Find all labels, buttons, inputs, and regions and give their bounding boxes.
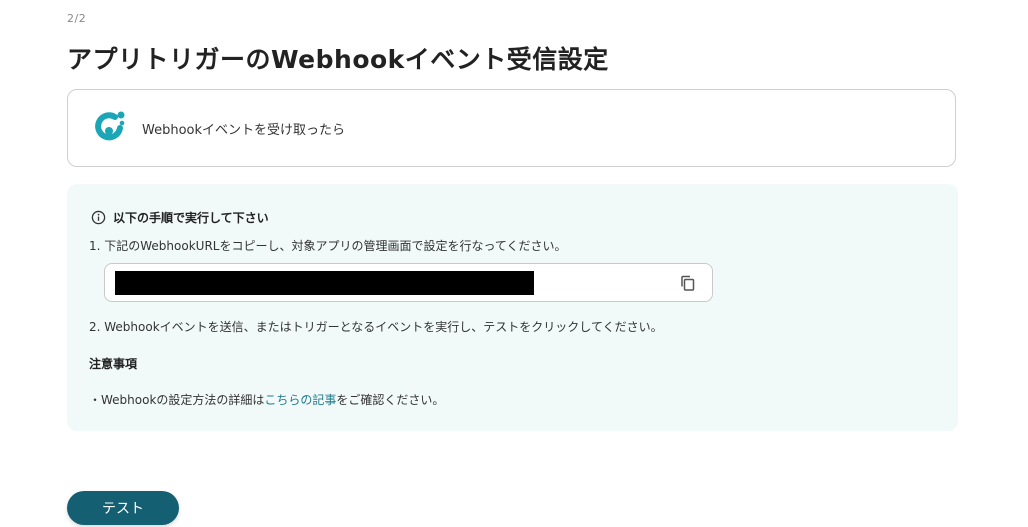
- trigger-card: Webhookイベントを受け取ったら: [67, 89, 956, 167]
- instructions-panel: 以下の手順で実行して下さい 1. 下記のWebhookURLをコピーし、対象アプ…: [67, 184, 958, 431]
- test-button[interactable]: テスト: [67, 491, 179, 525]
- instructions-heading-text: 以下の手順で実行して下さい: [113, 211, 269, 225]
- article-link[interactable]: こちらの記事: [264, 393, 336, 407]
- webhook-url-value-redacted[interactable]: [115, 271, 534, 295]
- notes-line-suffix: をご確認ください。: [336, 393, 445, 407]
- app-logo-icon: [95, 111, 125, 141]
- notes-heading: 注意事項: [89, 357, 138, 371]
- page-title: アプリトリガーのWebhookイベント受信設定: [67, 45, 609, 74]
- notes-line-prefix: ・Webhookの設定方法の詳細は: [89, 393, 265, 407]
- webhook-url-field[interactable]: [104, 263, 713, 302]
- notes-line: ・Webhookの設定方法の詳細はこちらの記事をご確認ください。: [89, 391, 444, 408]
- copy-icon[interactable]: [678, 273, 698, 293]
- step-1-text: 1. 下記のWebhookURLをコピーし、対象アプリの管理画面で設定を行なって…: [89, 239, 567, 253]
- trigger-label: Webhookイベントを受け取ったら: [142, 122, 346, 138]
- instructions-heading: 以下の手順で実行して下さい: [91, 209, 269, 226]
- page: 2/2 アプリトリガーのWebhookイベント受信設定 Webhookイベントを…: [0, 0, 1028, 527]
- step-indicator: 2/2: [67, 12, 87, 25]
- info-icon: [91, 210, 106, 225]
- step-2-text: 2. Webhookイベントを送信、またはトリガーとなるイベントを実行し、テスト…: [89, 320, 663, 334]
